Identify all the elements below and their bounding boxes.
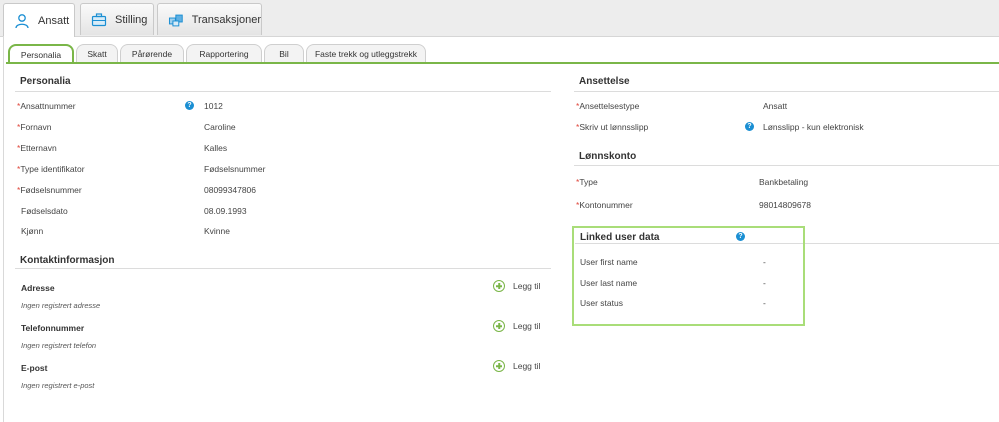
subtab-parorende-label: Pårørende: [131, 48, 173, 59]
subtab-rapportering[interactable]: Rapportering: [186, 44, 262, 62]
help-icon[interactable]: ?: [745, 122, 754, 131]
add-label: Legg til: [513, 321, 541, 331]
plus-circle-icon: [493, 320, 505, 332]
section-divider: [15, 268, 551, 269]
subtab-personalia-label: Personalia: [20, 50, 62, 60]
top-tab-bar: Ansatt Stilling Transaksjoner: [0, 0, 999, 37]
tab-stilling[interactable]: Stilling: [80, 3, 154, 35]
tab-stilling-label: Stilling: [115, 13, 148, 26]
sub-tab-bar: Personalia Skatt Pårørende Rapportering …: [6, 44, 999, 64]
label-fodselsnummer: *Fødselsnummer: [17, 185, 82, 195]
label-type-identifikator: *Type identifikator: [17, 164, 85, 174]
value-lonnsslipp: Lønsslipp - kun elektronisk: [763, 122, 864, 132]
label-etternavn: *Etternavn: [17, 143, 57, 153]
label-text: Type: [579, 177, 598, 187]
add-telefon-button[interactable]: Legg til: [493, 320, 540, 332]
section-title-lonnskonto: Lønnskonto: [579, 151, 637, 162]
tab-transaksjoner-label: Transaksjoner: [191, 13, 261, 26]
value-ansattnummer: 1012: [204, 101, 223, 111]
section-title-linked: Linked user data: [580, 232, 660, 243]
contact-empty-epost: Ingen registrert e-post: [21, 381, 95, 390]
label-text: Skriv ut lønnsslipp: [579, 122, 649, 132]
person-icon: [15, 13, 29, 28]
value-fodselsdato: 08.09.1993: [204, 206, 247, 216]
label-ansettelsestype: *Ansettelsestype: [576, 101, 639, 111]
label-fornavn: *Fornavn: [17, 122, 52, 132]
subtab-faste-trekk-label: Faste trekk og utleggstrekk: [314, 48, 418, 59]
section-divider: [805, 243, 999, 244]
value-fornavn: Caroline: [204, 122, 236, 132]
label-fodselsdato: Fødselsdato: [21, 206, 68, 216]
add-adresse-button[interactable]: Legg til: [493, 280, 540, 292]
value-ansettelsestype: Ansatt: [763, 101, 788, 111]
label-text: Fødselsnummer: [20, 185, 82, 195]
subtab-underline: [6, 62, 999, 64]
label-text: Ansettelsestype: [579, 101, 640, 111]
subtab-skatt[interactable]: Skatt: [76, 44, 118, 62]
subtab-faste-trekk[interactable]: Faste trekk og utleggstrekk: [306, 44, 426, 62]
value-user-status: -: [763, 298, 766, 308]
plus-circle-icon: [493, 360, 505, 372]
label-type: *Type: [576, 177, 598, 187]
label-ansattnummer: *Ansattnummer: [17, 101, 76, 111]
subtab-rapportering-label: Rapportering: [199, 48, 249, 59]
help-icon[interactable]: ?: [185, 101, 194, 110]
value-type: Bankbetaling: [759, 177, 809, 187]
value-kontonummer: 98014809678: [759, 200, 812, 210]
section-title-personalia: Personalia: [20, 76, 71, 87]
left-border: [3, 36, 4, 422]
contact-label-telefon: Telefonnummer: [21, 323, 85, 333]
add-label: Legg til: [513, 281, 541, 291]
boxes-icon: [168, 14, 183, 26]
subtab-parorende[interactable]: Pårørende: [120, 44, 184, 62]
label-text: Type identifikator: [20, 164, 85, 174]
label-kontonummer: *Kontonummer: [576, 200, 633, 210]
label-kjonn: Kjønn: [21, 226, 44, 236]
label-user-status: User status: [580, 298, 623, 308]
value-user-last-name: -: [763, 278, 766, 288]
subtab-bil-label: Bil: [279, 48, 289, 59]
tab-ansatt[interactable]: Ansatt: [3, 3, 75, 37]
label-text: Etternavn: [20, 143, 57, 153]
section-title-kontakt: Kontaktinformasjon: [20, 255, 115, 266]
section-divider: [15, 91, 551, 92]
subtab-bil[interactable]: Bil: [264, 44, 304, 62]
value-type-identifikator: Fødselsnummer: [204, 164, 266, 174]
contact-empty-telefon: Ingen registrert telefon: [21, 341, 97, 350]
contact-label-adresse: Adresse: [21, 283, 55, 293]
add-label: Legg til: [513, 361, 541, 371]
label-user-last-name: User last name: [580, 278, 638, 288]
value-kjonn: Kvinne: [204, 226, 230, 236]
help-icon[interactable]: ?: [736, 232, 745, 241]
label-skriv-ut-lonnsslipp: *Skriv ut lønnsslipp: [576, 122, 648, 132]
tab-transaksjoner[interactable]: Transaksjoner: [157, 3, 262, 35]
label-text: Kontonummer: [579, 200, 633, 210]
tab-ansatt-label: Ansatt: [38, 14, 70, 27]
value-fodselsnummer: 08099347806: [204, 185, 257, 195]
briefcase-icon: [91, 12, 107, 26]
label-user-first-name: User first name: [580, 257, 638, 267]
contact-label-epost: E-post: [21, 363, 48, 373]
section-title-ansettelse: Ansettelse: [579, 76, 630, 87]
contact-empty-adresse: Ingen registrert adresse: [21, 301, 101, 310]
section-divider: [574, 91, 999, 92]
value-etternavn: Kalles: [204, 143, 228, 153]
add-epost-button[interactable]: Legg til: [493, 360, 540, 372]
section-divider: [575, 243, 803, 244]
subtab-personalia[interactable]: Personalia: [8, 44, 74, 64]
plus-circle-icon: [493, 280, 505, 292]
value-user-first-name: -: [763, 257, 766, 267]
label-text: Fornavn: [20, 122, 52, 132]
subtab-skatt-label: Skatt: [87, 48, 107, 59]
section-divider: [574, 165, 999, 166]
label-text: Ansattnummer: [20, 101, 76, 111]
